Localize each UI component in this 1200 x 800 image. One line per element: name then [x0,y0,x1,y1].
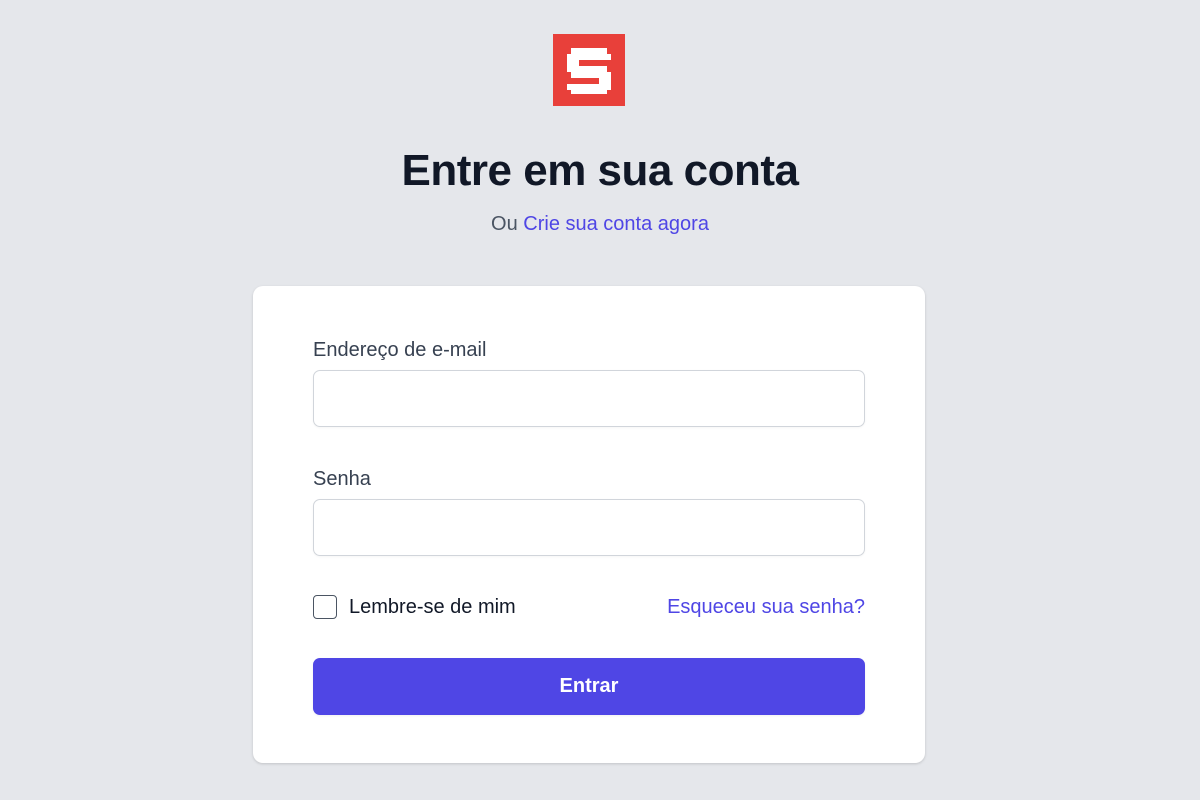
page-title: Entre em sua conta [401,146,799,195]
email-field[interactable] [313,370,865,427]
sign-in-button[interactable]: Entrar [313,658,865,715]
signup-prompt: Ou Crie sua conta agora [0,212,1200,236]
forgot-password-link[interactable]: Esqueceu sua senha? [667,595,865,619]
login-card: Endereço de e-mail Senha Lembre-se de mi… [253,286,925,763]
password-label: Senha [313,468,371,490]
pixel-s-logo-icon [553,34,625,106]
login-page: Entre em sua conta Ou Crie sua conta ago… [0,0,1200,800]
create-account-link[interactable]: Crie sua conta agora [523,213,709,235]
email-label: Endereço de e-mail [313,339,487,361]
remember-me-label[interactable]: Lembre-se de mim [349,595,516,619]
password-field[interactable] [313,499,865,556]
remember-me-checkbox[interactable] [313,595,337,619]
remember-me[interactable]: Lembre-se de mim [313,595,516,619]
signup-prompt-prefix: Ou [491,213,518,235]
